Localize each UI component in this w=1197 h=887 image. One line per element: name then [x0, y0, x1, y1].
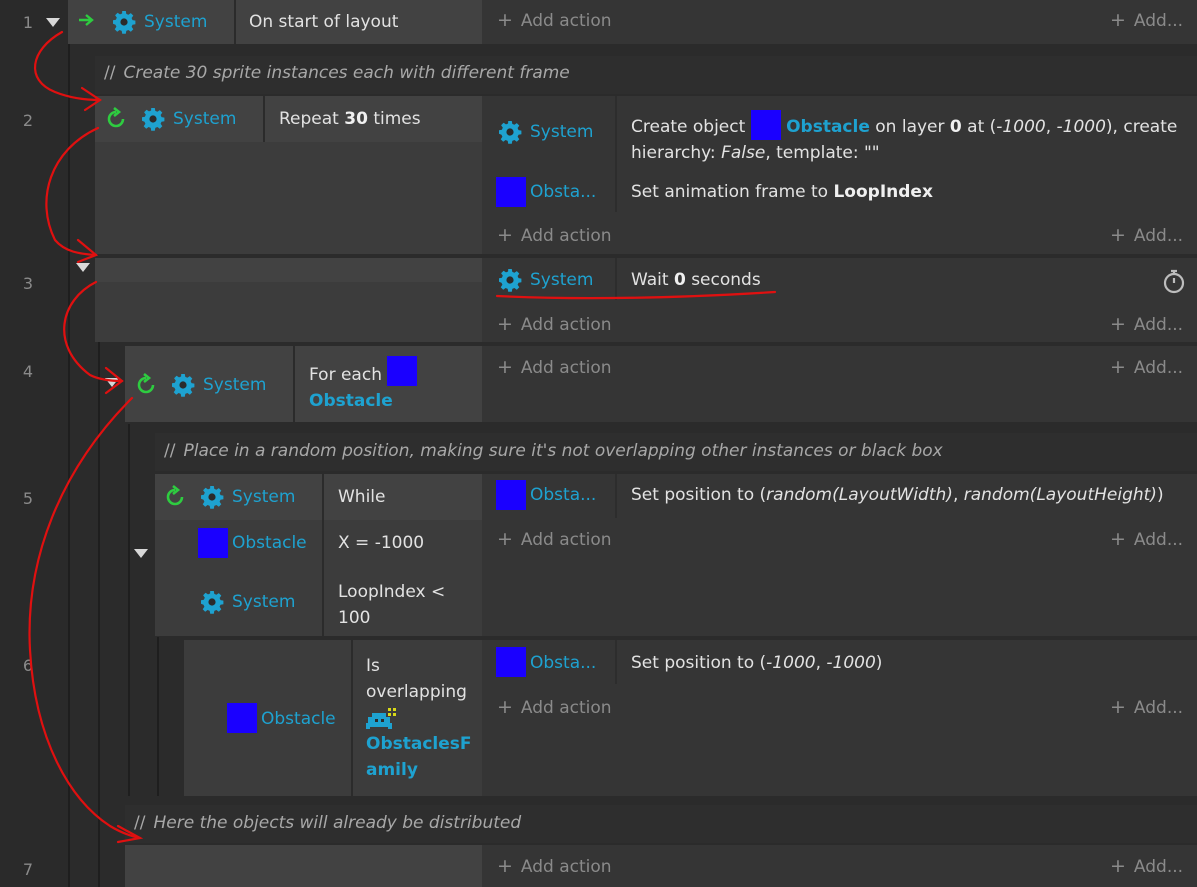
condition-repeat-text: Repeat 30 times — [279, 109, 421, 129]
divider — [615, 474, 617, 518]
obstacle-object-label: Obsta... — [530, 653, 597, 673]
add-action-button[interactable]: + Add action — [497, 528, 612, 550]
annotation-arrowhead — [76, 238, 99, 264]
obstacle-object-label: Obsta... — [530, 182, 597, 202]
empty-condition[interactable] — [95, 258, 482, 282]
system-gear-icon — [141, 107, 165, 131]
line-number-gutter — [0, 0, 68, 887]
obstacle-sprite-icon — [496, 177, 526, 207]
add-more-button[interactable]: + Add... — [1110, 313, 1183, 335]
loop-icon — [134, 372, 158, 397]
divider — [293, 346, 295, 422]
divider — [234, 0, 236, 44]
row-number: 4 — [22, 362, 34, 381]
row-number: 5 — [22, 489, 34, 508]
add-more-button[interactable]: + Add... — [1110, 696, 1183, 718]
add-more-button[interactable]: + Add... — [1110, 855, 1183, 877]
system-gear-icon — [498, 120, 522, 144]
add-action-button[interactable]: + Add action — [497, 855, 612, 877]
obstacle-object-label: Obstacle — [232, 533, 307, 553]
collapse-toggle[interactable] — [76, 263, 90, 272]
collapse-toggle[interactable] — [46, 18, 60, 27]
row-number: 6 — [22, 656, 34, 675]
condition-on-start-of-layout[interactable]: On start of layout — [249, 12, 398, 32]
add-more-button[interactable]: + Add... — [1110, 9, 1183, 31]
nesting-line — [157, 637, 159, 796]
system-gear-icon — [171, 373, 195, 397]
obstacle-sprite-icon — [750, 110, 781, 140]
family-icon — [366, 705, 472, 731]
condition-x-compare[interactable]: X = -1000 — [338, 533, 424, 553]
system-object-label: System — [530, 270, 594, 290]
action-set-position-random[interactable]: Set position to (random(LayoutWidth), ra… — [631, 485, 1164, 505]
comment-text: //Create 30 sprite instances each with d… — [104, 63, 570, 83]
system-gear-icon — [112, 10, 136, 34]
obstacle-sprite-icon — [496, 647, 526, 677]
add-more-button[interactable]: + Add... — [1110, 528, 1183, 550]
nesting-line — [128, 424, 130, 796]
system-object-label: System — [232, 487, 296, 507]
system-gear-icon — [200, 485, 224, 509]
loop-icon — [163, 484, 187, 509]
add-action-button[interactable]: + Add action — [497, 696, 612, 718]
trigger-arrow-icon — [78, 10, 96, 30]
divider — [263, 96, 265, 142]
add-action-button[interactable]: + Add action — [497, 356, 612, 378]
system-object-label: System — [530, 122, 594, 142]
event-7-conditions[interactable] — [125, 845, 482, 887]
obstacle-sprite-icon — [198, 528, 228, 558]
system-object-label: System — [232, 592, 296, 612]
nesting-line — [98, 280, 100, 887]
stopwatch-icon — [1161, 268, 1187, 294]
divider — [615, 96, 617, 212]
condition-for-each[interactable]: For each Obstacle — [309, 356, 418, 414]
condition-while-text: While — [338, 487, 386, 507]
action-set-animation-frame[interactable]: Set animation frame to LoopIndex — [631, 182, 933, 202]
row-number: 3 — [22, 274, 34, 293]
obstacle-object-label: Obsta... — [530, 485, 597, 505]
divider — [351, 640, 353, 796]
system-object-label: System — [144, 12, 208, 32]
row-number: 2 — [22, 111, 34, 130]
obstacle-sprite-icon — [496, 480, 526, 510]
system-gear-icon — [498, 268, 522, 292]
obstacle-object-label: Obstacle — [261, 709, 336, 729]
collapse-toggle[interactable] — [134, 549, 148, 558]
condition-is-overlapping[interactable]: Is overlapping ObstaclesF amily — [366, 653, 472, 783]
nesting-line — [68, 44, 70, 887]
comment-text: //Here the objects will already be distr… — [134, 813, 522, 833]
add-more-button[interactable]: + Add... — [1110, 356, 1183, 378]
action-wait[interactable]: Wait 0 seconds — [631, 270, 761, 290]
system-object-label: System — [203, 375, 267, 395]
condition-loopindex-compare[interactable]: LoopIndex < 100 — [338, 579, 445, 631]
action-create-object[interactable]: Create object Obstacle on layer 0 at (-1… — [631, 110, 1181, 166]
collapse-toggle[interactable] — [105, 378, 119, 387]
obstacle-sprite-icon — [387, 356, 418, 386]
system-object-label: System — [173, 109, 237, 129]
add-action-button[interactable]: + Add action — [497, 9, 612, 31]
divider — [615, 258, 617, 300]
loop-icon — [104, 106, 128, 131]
divider — [615, 640, 617, 684]
comment-text: //Place in a random position, making sur… — [164, 441, 943, 461]
row-number: 7 — [22, 860, 34, 879]
add-more-button[interactable]: + Add... — [1110, 224, 1183, 246]
obstacle-sprite-icon — [227, 703, 257, 733]
divider — [322, 474, 324, 636]
system-gear-icon — [200, 590, 224, 614]
add-action-button[interactable]: + Add action — [497, 313, 612, 335]
add-action-button[interactable]: + Add action — [497, 224, 612, 246]
action-set-position-fixed[interactable]: Set position to (-1000, -1000) — [631, 653, 882, 673]
